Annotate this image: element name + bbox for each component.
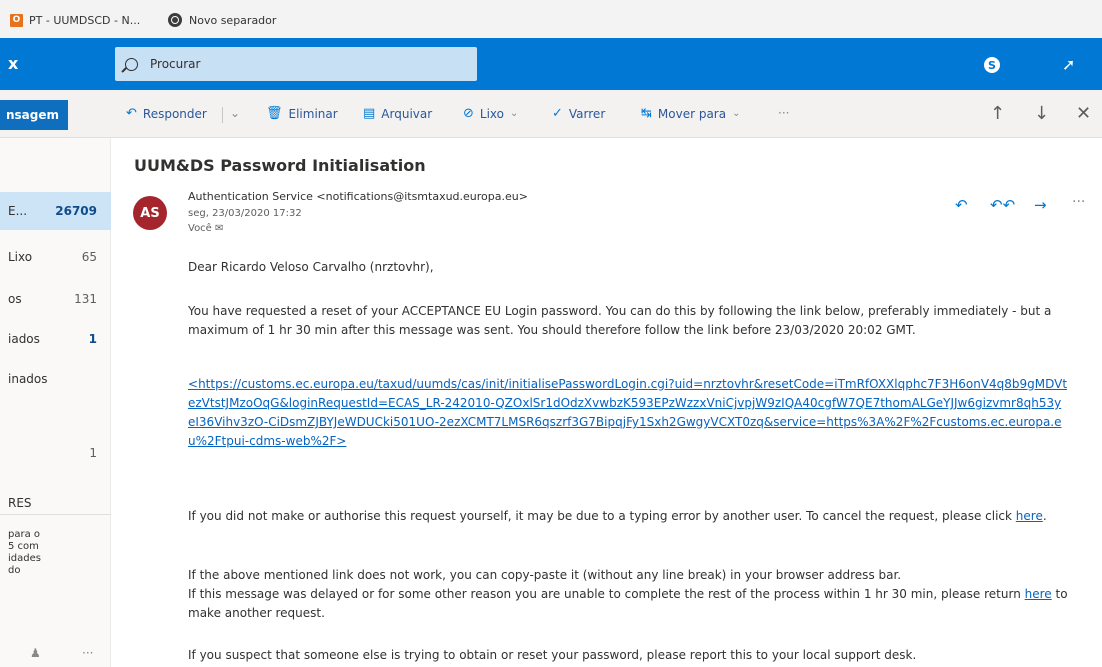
url-prefix: <: [188, 377, 199, 391]
reply-options-chevron-icon[interactable]: ⌄: [230, 106, 240, 120]
body-paragraph-1: You have requested a reset of your ACCEP…: [188, 304, 1052, 337]
folder-item-sent[interactable]: iados 1: [0, 320, 111, 358]
divider: [0, 514, 111, 515]
browser-tab-outlook[interactable]: O PT - UUMDSCD - N...: [10, 10, 140, 30]
paragraph-text: .: [1042, 509, 1047, 523]
reply-all-icon[interactable]: ↶↶: [990, 196, 1015, 214]
skype-icon[interactable]: S: [984, 57, 1000, 73]
people-icon[interactable]: ♟: [30, 646, 41, 660]
recipient-label[interactable]: Você ✉: [188, 223, 223, 234]
body-paragraph-3: If the above mentioned link does not wor…: [188, 566, 1068, 623]
body-paragraph-4: If you suspect that someone else is tryi…: [188, 648, 917, 662]
arrow-down-icon[interactable]: ↓: [1034, 103, 1049, 124]
forward-icon[interactable]: →: [1034, 196, 1047, 214]
paragraph-text: If this message was delayed or for some …: [188, 587, 1025, 601]
folder-item-deleted[interactable]: inados: [0, 360, 111, 398]
folder-item-inbox[interactable]: E... 26709: [0, 192, 111, 230]
command-bar: nsagem ↶ Responder ⌄ 🗑 Eliminar ▤ Arquiv…: [0, 90, 1102, 138]
promo-line: do: [8, 565, 21, 576]
folder-label: iados: [8, 332, 40, 346]
more-actions-button[interactable]: ···: [778, 106, 789, 120]
cancel-request-link[interactable]: here: [1016, 509, 1043, 523]
browser-tab-label: PT - UUMDSCD - N...: [29, 13, 141, 27]
more-options-button[interactable]: ···: [82, 646, 93, 660]
folder-count: 1: [88, 332, 97, 346]
arrow-up-icon[interactable]: ↑: [990, 103, 1005, 124]
body-paragraph-2: If you did not make or authorise this re…: [188, 507, 1068, 526]
promo-line: 5 com: [8, 541, 39, 552]
paragraph-text: If the above mentioned link does not wor…: [188, 568, 902, 582]
folder-label: os: [8, 292, 22, 306]
folder-move-icon: ↹: [641, 106, 652, 121]
folder-item-other[interactable]: 1: [0, 434, 111, 472]
folder-count: 1: [89, 446, 97, 460]
office-icon: O: [10, 13, 23, 27]
move-to-button[interactable]: ↹ Mover para ⌄: [641, 106, 740, 121]
reset-link[interactable]: <https://customs.ec.europa.eu/taxud/uumd…: [188, 375, 1068, 451]
folder-pane: E... 26709 Lixo 65 os 131 iados 1 inados…: [0, 138, 111, 667]
app-header: x Procurar S ➚: [0, 38, 1102, 90]
avatar[interactable]: AS: [133, 196, 167, 230]
more-actions-button[interactable]: ···: [1072, 194, 1085, 210]
folder-section-groups[interactable]: RES: [0, 484, 111, 522]
app-launcher-partial[interactable]: x: [8, 54, 18, 73]
broom-icon: ✓: [552, 106, 563, 121]
reply-icon: ↶: [126, 106, 137, 121]
folder-item-junk[interactable]: Lixo 65: [0, 238, 111, 276]
folder-label: RES: [8, 496, 32, 510]
delete-button[interactable]: 🗑 Eliminar: [266, 106, 338, 121]
greeting: Dear Ricardo Veloso Carvalho (nrztovhr),: [188, 260, 434, 274]
folder-count: 65: [81, 250, 97, 264]
close-icon[interactable]: ✕: [1076, 103, 1091, 124]
archive-label: Arquivar: [381, 106, 433, 121]
folder-count: 26709: [55, 204, 97, 218]
delete-label: Eliminar: [288, 106, 338, 121]
sweep-label: Varrer: [568, 106, 606, 121]
feedback-icon[interactable]: ➚: [1062, 55, 1075, 74]
promo-line: para o: [8, 529, 41, 540]
browser-tab-label: Novo separador: [189, 13, 277, 27]
folder-item-drafts[interactable]: os 131: [0, 280, 111, 318]
search-input[interactable]: Procurar: [150, 57, 200, 71]
sweep-button[interactable]: ✓ Varrer: [552, 106, 605, 121]
chevron-down-icon: ⌄: [732, 108, 741, 119]
search-icon: [125, 57, 138, 71]
reset-url[interactable]: https://customs.ec.europa.eu/taxud/uumds…: [188, 377, 1067, 448]
promo-line: para o5 com idades do: [8, 529, 103, 577]
divider: [222, 107, 223, 123]
globe-icon: [168, 13, 182, 27]
browser-tab-new[interactable]: Novo separador: [168, 10, 276, 30]
junk-button[interactable]: ⊘ Lixo ⌄: [463, 106, 518, 121]
trash-icon: 🗑: [266, 106, 283, 121]
reply-icon[interactable]: ↶: [955, 196, 968, 214]
folder-label: inados: [8, 372, 48, 386]
browser-tab-strip: O PT - UUMDSCD - N... Novo separador: [0, 0, 1102, 38]
archive-icon: ▤: [363, 106, 376, 121]
paragraph-text: If you did not make or authorise this re…: [188, 509, 1016, 523]
block-icon: ⊘: [463, 106, 474, 121]
sender-address[interactable]: Authentication Service <notifications@it…: [188, 190, 528, 203]
new-request-link[interactable]: here: [1025, 587, 1052, 601]
folder-label: E...: [8, 204, 28, 218]
archive-button[interactable]: ▤ Arquivar: [363, 106, 432, 121]
search-box[interactable]: Procurar: [115, 47, 477, 81]
reply-button[interactable]: ↶ Responder: [126, 106, 207, 121]
move-label: Mover para: [657, 106, 727, 121]
chevron-down-icon: ⌄: [510, 108, 519, 119]
message-date: seg, 23/03/2020 17:32: [188, 208, 302, 219]
junk-label: Lixo: [479, 106, 504, 121]
folder-count: 131: [74, 292, 97, 306]
upgrade-promo-text: para o5 com idades do: [8, 529, 103, 577]
message-subject: UUM&DS Password Initialisation: [134, 156, 426, 175]
promo-line: idades: [8, 553, 41, 564]
folder-label: Lixo: [8, 250, 33, 264]
paragraph-line: If this message was delayed or for some …: [188, 585, 1068, 623]
reply-label: Responder: [142, 106, 207, 121]
new-message-button[interactable]: nsagem: [0, 100, 68, 130]
